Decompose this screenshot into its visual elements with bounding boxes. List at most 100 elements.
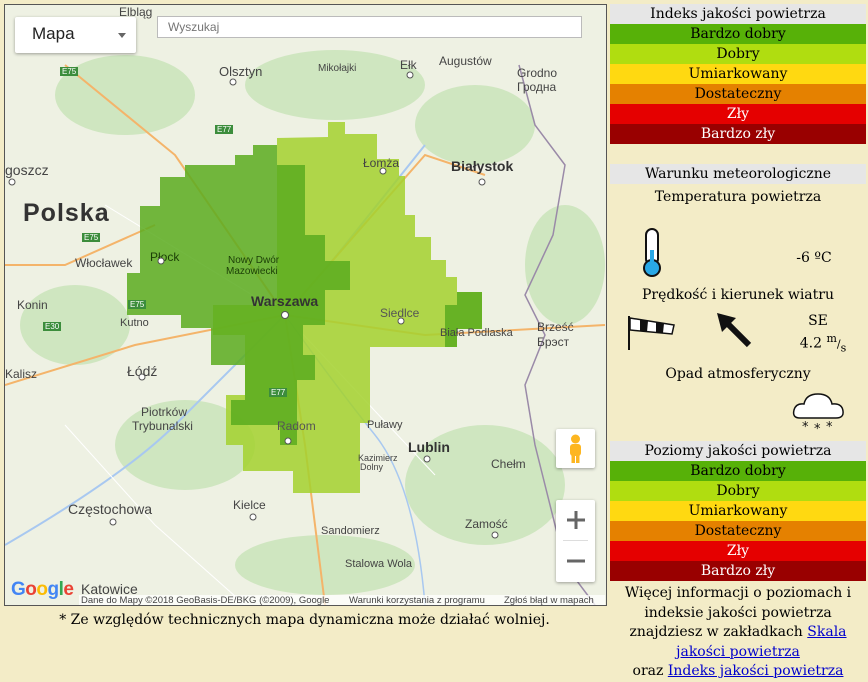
place-label: Ełk	[400, 58, 417, 72]
place-label: Częstochowa	[68, 501, 153, 517]
report-error-link[interactable]: Zgłoś błąd w mapach	[504, 595, 594, 605]
chevron-down-icon	[118, 33, 126, 38]
terms-link[interactable]: Warunki korzystania z programu	[349, 595, 485, 605]
zoom-in-button[interactable]	[556, 500, 595, 540]
levels-legend: Poziomy jakości powietrza Bardzo dobry Do…	[610, 441, 866, 581]
road-shield: E30	[43, 322, 62, 331]
quality-level-row: Dobry	[610, 481, 866, 501]
place-label: Nowy Dwór	[228, 255, 280, 266]
place-label: Dolny	[360, 462, 384, 472]
index-level-row: Zły	[610, 104, 866, 124]
wind-direction-arrow-icon	[717, 313, 752, 348]
quality-level-row: Bardzo dobry	[610, 461, 866, 481]
place-label: Białystok	[451, 158, 514, 174]
place-label: Augustów	[439, 54, 492, 68]
place-label: Olsztyn	[219, 64, 263, 79]
road-shield: E75	[128, 300, 147, 309]
road-shield: E75	[60, 67, 79, 76]
pegman-icon	[570, 434, 581, 463]
place-label: Biała Podlaska	[440, 327, 513, 339]
performance-note: * Ze względów technicznych mapa dynamicz…	[59, 612, 550, 628]
place-label: Warszawa	[251, 293, 319, 309]
weather-title: Warunku meteorologiczne	[610, 164, 866, 184]
zoom-out-button[interactable]	[556, 541, 595, 581]
minus-icon	[566, 559, 585, 563]
place-label: Konin	[17, 298, 48, 312]
more-info: Więcej informacji o poziomach i indeksie…	[610, 584, 866, 682]
map-attribution: Dane do Mapy ©2018 GeoBasis-DE/BKG (©200…	[79, 595, 605, 606]
place-label: Lublin	[408, 439, 450, 455]
place-label: Zamość	[465, 517, 508, 531]
street-view-pegman[interactable]	[556, 429, 595, 468]
place-label: Siedlce	[380, 306, 420, 320]
google-logo[interactable]: Google	[11, 579, 74, 601]
road-shield: E77	[269, 388, 288, 397]
place-label: Piotrków	[141, 405, 188, 419]
place-label: Sandomierz	[321, 525, 380, 537]
search-input[interactable]	[168, 20, 571, 34]
index-level-row: Umiarkowany	[610, 64, 866, 84]
index-link[interactable]: Indeks jakości powietrza	[668, 663, 844, 679]
place-label: Trybunalski	[132, 419, 193, 433]
more-info-and: oraz	[632, 663, 664, 679]
quality-level-row: Zły	[610, 541, 866, 561]
place-label: Włocławek	[75, 256, 133, 270]
thermometer-icon	[643, 228, 661, 277]
snow-cloud-icon: * * *	[792, 393, 844, 434]
google-logo-text: Google	[11, 579, 74, 600]
place-label: Radom	[277, 419, 316, 433]
place-label: Łomża	[363, 156, 400, 170]
map-type-label: Mapa	[32, 24, 75, 43]
zoom-control	[556, 500, 595, 582]
place-label: Stalowa Wola	[345, 558, 413, 570]
search-box[interactable]	[157, 16, 582, 38]
plus-icon	[566, 511, 585, 529]
wind-speed: 4.2 m/s	[799, 332, 847, 355]
index-level-row: Dobry	[610, 44, 866, 64]
weather-body: Temperatura powietrza -6 ºC Prędkość i k…	[610, 184, 866, 441]
index-level-row: Bardzo zły	[610, 124, 866, 144]
place-label: Брэст	[537, 335, 570, 349]
place-label: Grodno	[517, 66, 558, 80]
place-label: goszcz	[5, 162, 49, 178]
place-label: Brześć	[537, 320, 574, 334]
precipitation-label: Opad atmosferyczny	[665, 366, 811, 382]
place-label: Puławy	[367, 419, 403, 431]
wind-unit-denominator: s	[840, 341, 847, 355]
wind-unit-numerator: m	[826, 332, 837, 345]
index-level-row: Dostateczny	[610, 84, 866, 104]
index-level-row: Bardzo dobry	[610, 24, 866, 44]
place-label: Płock	[150, 250, 180, 264]
wind-speed-value: 4.2	[799, 335, 822, 352]
country-label: Polska	[23, 199, 110, 227]
index-legend-title: Indeks jakości powietrza	[610, 4, 866, 24]
map-type-selector[interactable]: Mapa	[15, 17, 136, 53]
wind-label: Prędkość i kierunek wiatru	[641, 287, 834, 303]
place-label: Mazowiecki	[226, 266, 278, 277]
quality-level-row: Bardzo zły	[610, 561, 866, 581]
map[interactable]: Elbląg Olsztyn Mikołajki Ełk Augustów Gr…	[4, 4, 607, 606]
map-data-credit: Dane do Mapy ©2018 GeoBasis-DE/BKG (©200…	[81, 595, 330, 606]
svg-text:*: *	[802, 420, 809, 434]
temperature-value: -6 ºC	[796, 250, 832, 266]
levels-legend-title: Poziomy jakości powietrza	[610, 441, 866, 461]
quality-level-row: Dostateczny	[610, 521, 866, 541]
wind-direction: SE	[808, 313, 828, 329]
weather-panel: Warunku meteorologiczne Temperatura powi…	[610, 164, 866, 441]
road-shield: E75	[82, 233, 101, 242]
levels-legend-rows: Bardzo dobry Dobry Umiarkowany Dostateczny Z…	[610, 461, 866, 581]
place-label: Kalisz	[5, 367, 38, 381]
place-label: Łódź	[127, 363, 158, 379]
index-legend-rows: Bardzo dobry Dobry Umiarkowany Dostateczny Z…	[610, 24, 866, 144]
index-legend: Indeks jakości powietrza Bardzo dobry Dob…	[610, 4, 866, 144]
place-label: Kielce	[233, 498, 266, 512]
svg-text:*: *	[826, 420, 833, 434]
place-label: Mikołajki	[318, 63, 357, 74]
svg-text:*: *	[814, 422, 821, 434]
place-label: Гродна	[517, 80, 557, 94]
quality-level-row: Umiarkowany	[610, 501, 866, 521]
windsock-icon	[628, 316, 675, 350]
place-label: Chełm	[491, 457, 526, 471]
temperature-label: Temperatura powietrza	[654, 189, 822, 205]
place-label: Kutno	[120, 317, 149, 329]
